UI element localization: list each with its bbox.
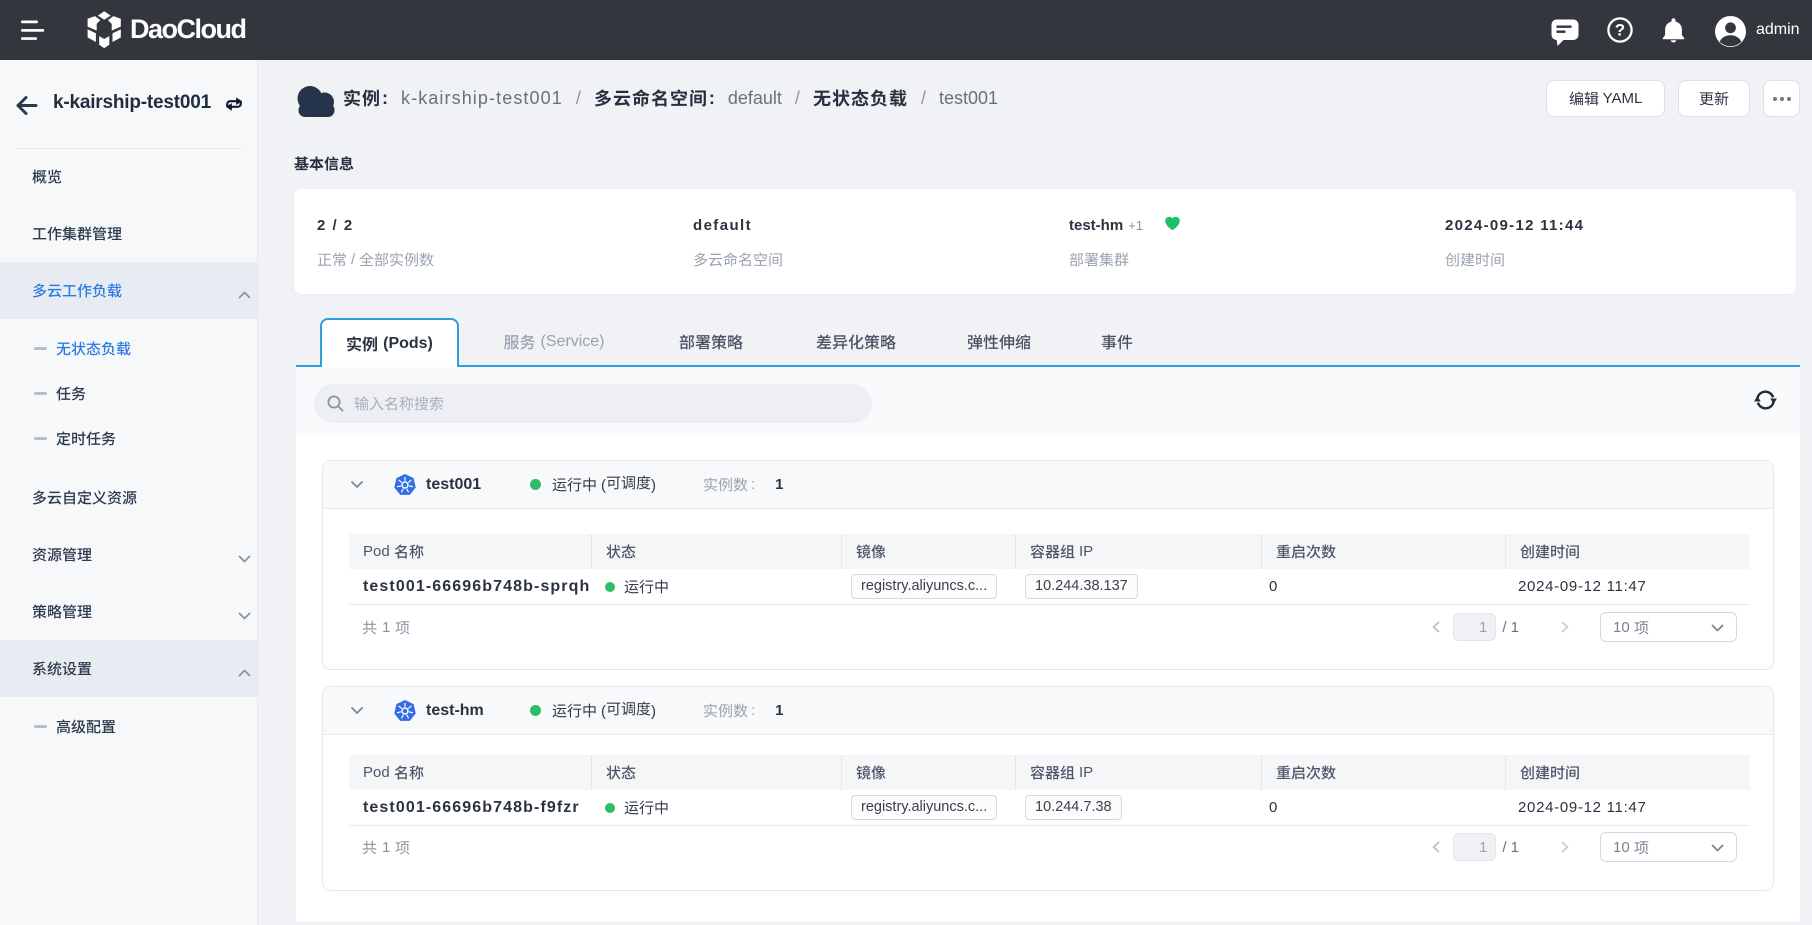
svg-text:?: ? xyxy=(1615,21,1625,40)
